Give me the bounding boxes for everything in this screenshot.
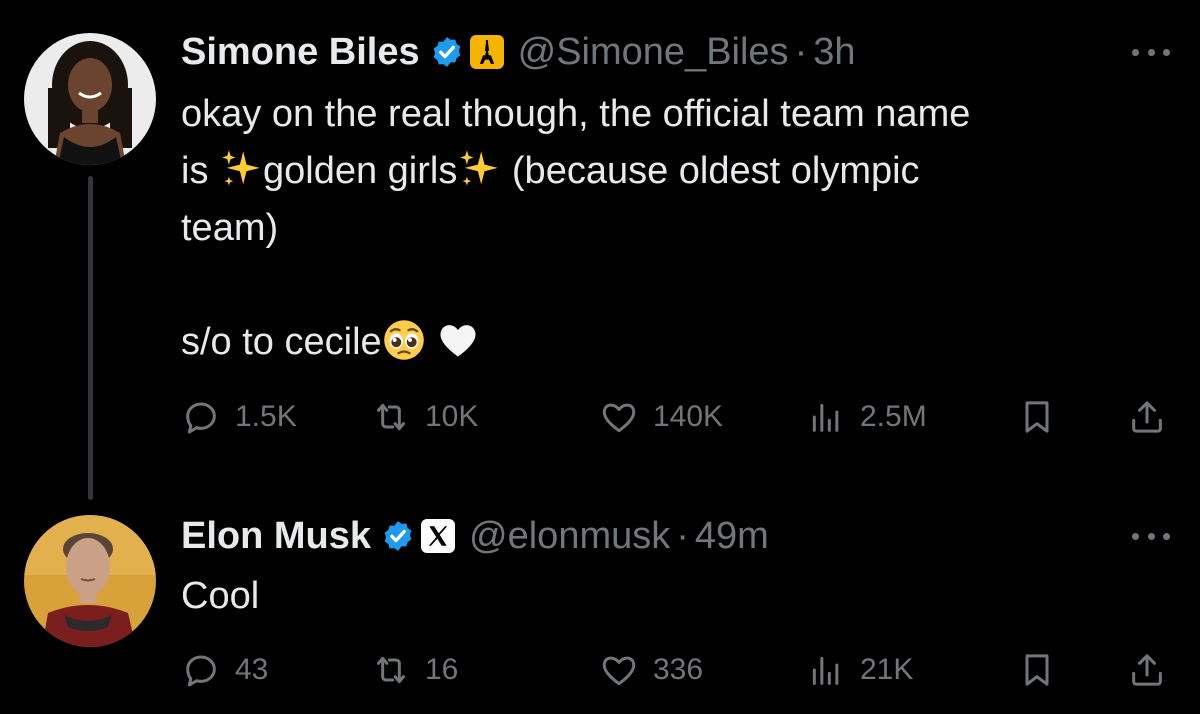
- repost-icon: [377, 403, 405, 431]
- bookmark-button[interactable]: [1017, 392, 1057, 442]
- avatar-photo-simone: [24, 33, 156, 165]
- reply-button[interactable]: 43: [181, 645, 268, 695]
- repost-button[interactable]: 10K: [371, 392, 478, 442]
- tweet-text-line: okay on the real though, the official te…: [181, 93, 971, 135]
- pleading-face-emoji-icon: [382, 318, 426, 362]
- tweet-text-line: s/o to cecile: [181, 314, 1171, 371]
- tweet-text-line: team): [181, 207, 279, 249]
- action-bar: 1.5K 10K 140K 2.5M: [181, 392, 1170, 442]
- more-options-icon[interactable]: [1132, 530, 1170, 542]
- tweet-text-line: Cool: [181, 575, 260, 617]
- like-count: 140K: [653, 400, 724, 433]
- share-icon: [1132, 654, 1162, 686]
- reply-count: 1.5K: [235, 400, 297, 433]
- white-heart-emoji-icon: [436, 318, 480, 362]
- tweet[interactable]: Elon Musk @elonmusk · 49m Cool 43 16 336…: [0, 500, 1200, 714]
- tweet-text-fragment: (because oldest olympic: [501, 150, 920, 192]
- repost-icon: [377, 656, 405, 684]
- like-button[interactable]: 140K: [599, 392, 723, 442]
- timestamp[interactable]: 49m: [695, 515, 769, 558]
- tweet-text-fragment: s/o to cecile: [181, 321, 382, 363]
- reply-count: 43: [235, 653, 269, 686]
- tweet[interactable]: Simone Biles @Simone_Biles · 3h okay on …: [0, 0, 1200, 500]
- tweet-text: Cool: [181, 568, 1171, 625]
- separator-dot: ·: [794, 30, 808, 73]
- views-button[interactable]: 2.5M: [806, 392, 927, 442]
- view-count: 2.5M: [860, 400, 927, 433]
- author-name[interactable]: Elon Musk: [181, 515, 371, 558]
- tweet-text-line: is golden girls (because oldest olympic: [181, 143, 1171, 200]
- view-count: 21K: [860, 653, 914, 686]
- like-button[interactable]: 336: [599, 645, 703, 695]
- tweet-text-fragment: golden girls: [263, 150, 458, 192]
- verified-badge-icon: [381, 519, 415, 553]
- share-icon: [1132, 401, 1162, 433]
- share-button[interactable]: [1127, 645, 1167, 695]
- bookmark-icon: [1025, 401, 1049, 433]
- heart-icon: [602, 403, 636, 433]
- analytics-icon: [812, 403, 839, 432]
- timestamp[interactable]: 3h: [813, 31, 855, 74]
- action-bar: 43 16 336 21K: [181, 645, 1170, 695]
- like-count: 336: [653, 653, 704, 686]
- avatar-photo-elon: [24, 515, 156, 647]
- x-logo-icon[interactable]: [421, 519, 456, 553]
- tweet-header: Simone Biles @Simone_Biles · 3h: [181, 26, 856, 78]
- bookmark-button[interactable]: [1017, 645, 1057, 695]
- avatar[interactable]: [24, 33, 156, 165]
- author-handle[interactable]: @elonmusk: [469, 515, 670, 558]
- tweet-text: okay on the real though, the official te…: [181, 86, 1171, 371]
- heart-icon: [602, 656, 636, 686]
- tweet-text-fragment: is: [181, 150, 219, 192]
- repost-button[interactable]: 16: [371, 645, 458, 695]
- reply-icon: [186, 402, 216, 434]
- verified-badge-icon: [430, 35, 464, 69]
- sparkles-emoji-icon: [457, 147, 501, 191]
- sparkles-emoji-icon: [219, 147, 263, 191]
- author-name[interactable]: Simone Biles: [181, 31, 420, 74]
- avatar[interactable]: [24, 515, 156, 647]
- author-handle[interactable]: @Simone_Biles: [518, 31, 789, 74]
- views-button[interactable]: 21K: [806, 645, 913, 695]
- bookmark-icon: [1025, 654, 1049, 686]
- reply-button[interactable]: 1.5K: [181, 392, 297, 442]
- repost-count: 16: [425, 653, 459, 686]
- tweet-header: Elon Musk @elonmusk · 49m: [181, 510, 769, 562]
- analytics-icon: [812, 656, 839, 685]
- more-options-icon[interactable]: [1132, 46, 1170, 58]
- reply-icon: [186, 655, 216, 687]
- separator-dot: ·: [676, 514, 689, 557]
- repost-count: 10K: [425, 400, 479, 433]
- thread-line: [88, 176, 93, 500]
- eiffel-tower-icon[interactable]: [469, 35, 504, 69]
- share-button[interactable]: [1127, 392, 1167, 442]
